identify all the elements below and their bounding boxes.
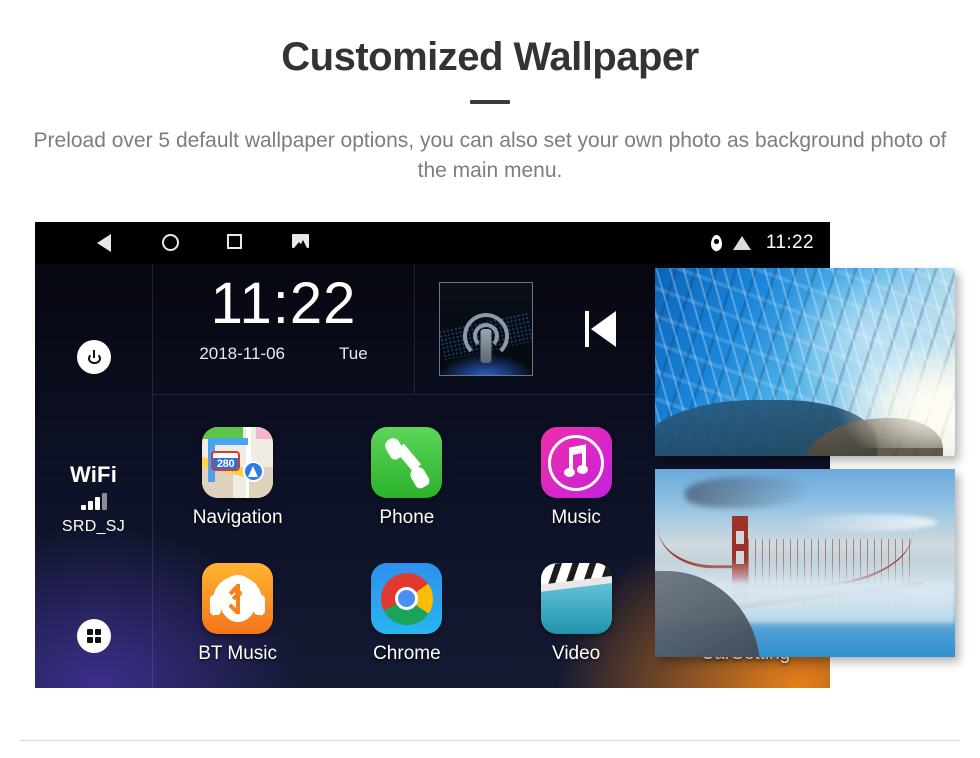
power-icon — [87, 350, 101, 364]
app-music[interactable]: Music — [492, 410, 661, 546]
clock-time: 11:22 — [210, 271, 357, 336]
recents-icon[interactable] — [227, 233, 246, 253]
back-icon[interactable] — [97, 233, 116, 253]
wifi-signal-icon — [35, 493, 152, 510]
page-title: Customized Wallpaper — [281, 35, 699, 79]
apps-grid-icon — [86, 628, 102, 644]
status-bar-indicators: 11:22 — [710, 232, 814, 254]
clock-date: 2018-11-06 — [199, 343, 286, 363]
golden-gate-bridge-wallpaper — [655, 469, 955, 657]
app-label: Chrome — [373, 643, 441, 664]
previous-track-icon[interactable] — [585, 311, 616, 347]
ice-cave-wallpaper — [655, 268, 955, 456]
page-header: Customized Wallpaper Preload over 5 defa… — [0, 0, 980, 187]
app-label: Phone — [379, 507, 435, 528]
app-label: Navigation — [192, 507, 283, 528]
android-navigation-buttons — [97, 233, 311, 253]
home-icon[interactable] — [162, 233, 181, 253]
screenshot-icon[interactable] — [292, 233, 311, 253]
app-label: Video — [551, 643, 601, 664]
power-button[interactable] — [77, 340, 111, 374]
wifi-label: WiFi — [69, 462, 118, 487]
radio-tower-icon — [439, 282, 533, 376]
app-video[interactable]: Video — [492, 546, 661, 682]
wifi-ssid: SRD_SJ — [61, 518, 126, 535]
footer-divider — [20, 740, 960, 741]
wifi-status-block[interactable]: WiFi SRD_SJ — [35, 462, 152, 536]
route-shield-number: 280 — [213, 458, 238, 469]
all-apps-button[interactable] — [77, 619, 111, 653]
maps-icon: 280 — [202, 427, 274, 498]
title-underline — [470, 100, 510, 104]
clock-weekday: Tue — [339, 343, 368, 363]
clock-subline: 2018-11-06 Tue — [153, 344, 414, 364]
android-status-bar: 11:22 — [35, 222, 830, 264]
music-note-icon — [540, 427, 612, 498]
location-pin-icon — [710, 235, 722, 251]
app-phone[interactable]: Phone — [322, 410, 491, 546]
app-label: Music — [551, 507, 601, 528]
app-navigation[interactable]: 280 Navigation — [153, 410, 322, 546]
status-bar-clock: 11:22 — [765, 232, 814, 253]
device-stage: 11:22 WiFi SRD_SJ 11:22 2018-11-06 Tue 2… — [0, 222, 980, 692]
left-rail: WiFi SRD_SJ — [35, 264, 152, 688]
app-label: BT Music — [198, 643, 278, 664]
clock-widget[interactable]: 11:22 2018-11-06 Tue — [153, 264, 415, 394]
app-bt-music[interactable]: BT Music — [153, 546, 322, 682]
chrome-icon — [371, 563, 443, 634]
clapperboard-icon — [540, 563, 612, 634]
page-subtitle: Preload over 5 default wallpaper options… — [33, 129, 947, 183]
app-chrome[interactable]: Chrome — [322, 546, 491, 682]
wifi-icon — [732, 236, 752, 250]
bluetooth-headphones-icon — [202, 563, 274, 634]
phone-icon — [371, 427, 443, 498]
